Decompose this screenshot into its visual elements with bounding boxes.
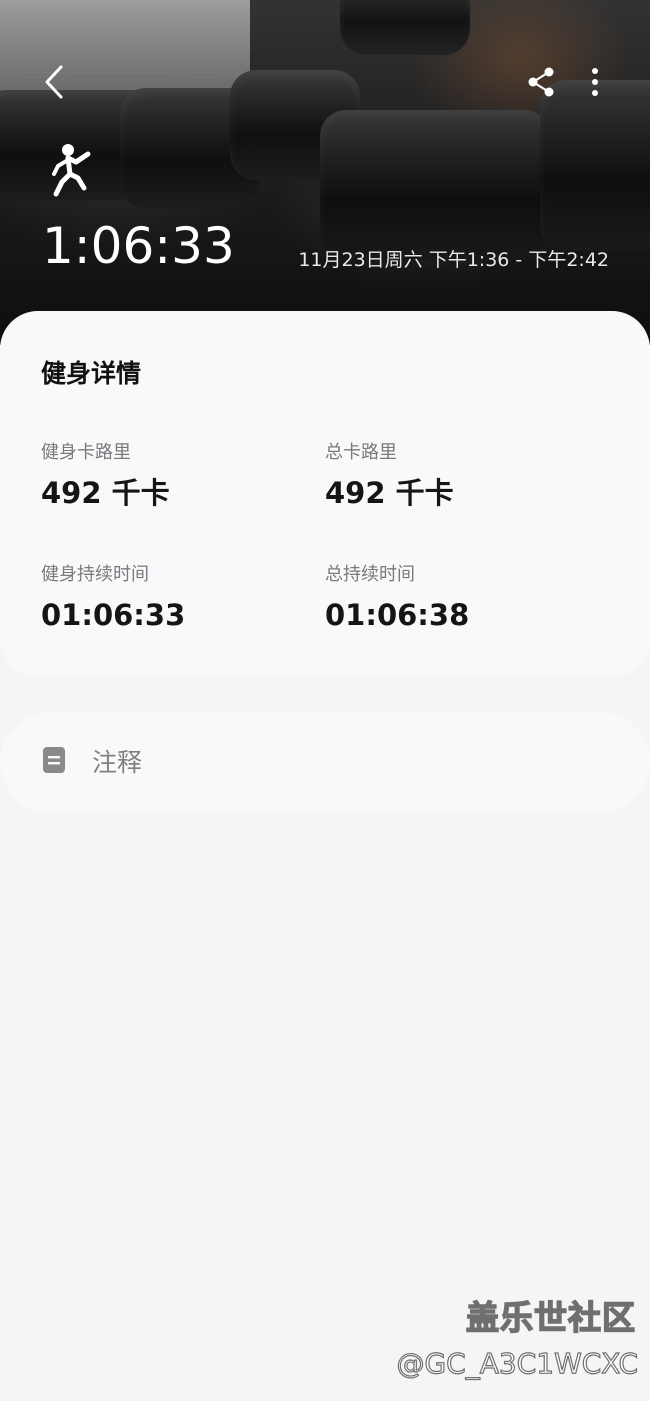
stat-value: 492 千卡 <box>41 476 170 510</box>
stat-label: 总卡路里 <box>325 442 397 463</box>
more-vertical-icon <box>592 68 598 96</box>
details-title: 健身详情 <box>41 359 142 388</box>
notes-label: 注释 <box>92 748 143 777</box>
more-options-button[interactable] <box>580 62 610 102</box>
watermark-title: 盖乐世社区 <box>465 1297 636 1338</box>
watermark-handle: @GC_A3C1WCXC <box>396 1346 639 1380</box>
stat-workout-duration: 健身持续时间 01:06:33 <box>41 562 185 634</box>
notes-button[interactable]: 注释 <box>0 712 650 812</box>
share-icon <box>528 67 554 97</box>
stat-label: 总持续时间 <box>325 564 415 585</box>
stat-workout-calories: 健身卡路里 492 千卡 <box>41 440 170 512</box>
stat-label: 健身持续时间 <box>41 564 149 585</box>
workout-time-range: 11月23日周六 下午1:36 - 下午2:42 <box>298 249 609 271</box>
chevron-left-icon <box>45 65 63 99</box>
workout-duration: 1:06:33 <box>42 217 235 275</box>
workout-details-card: 健身详情 健身卡路里 492 千卡 总卡路里 492 千卡 健身持续时间 01:… <box>0 311 650 677</box>
back-button[interactable] <box>36 62 72 102</box>
stat-value: 492 千卡 <box>325 476 454 510</box>
sports-person-icon <box>52 144 91 197</box>
share-button[interactable] <box>522 62 560 102</box>
stat-value: 01:06:33 <box>41 598 186 632</box>
stat-total-duration: 总持续时间 01:06:38 <box>325 562 469 634</box>
stat-total-calories: 总卡路里 492 千卡 <box>325 440 454 512</box>
stat-value: 01:06:38 <box>325 598 470 632</box>
note-icon <box>43 747 65 773</box>
stat-label: 健身卡路里 <box>41 442 131 463</box>
